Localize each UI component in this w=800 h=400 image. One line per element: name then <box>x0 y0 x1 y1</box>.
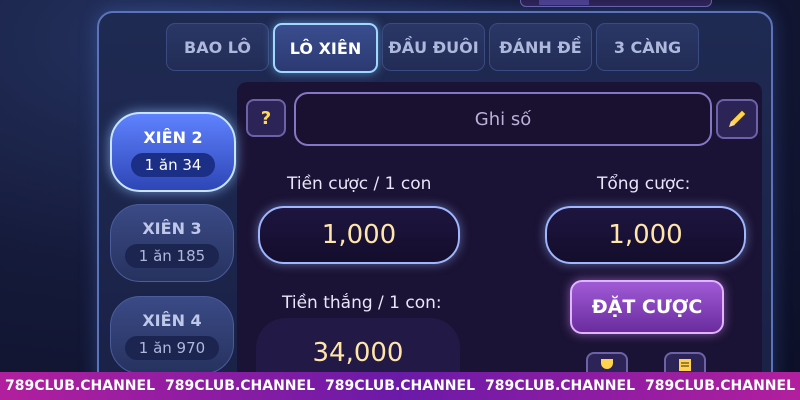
tab-3-cang[interactable]: 3 CÀNG <box>596 23 699 71</box>
total-label: Tổng cược: <box>597 174 691 194</box>
pencil-icon <box>728 109 747 128</box>
option-title: XIÊN 2 <box>143 127 203 147</box>
xien-3-option[interactable]: XIÊN 3 1 ăn 185 <box>110 204 234 282</box>
tab-dau-duoi[interactable]: ĐẦU ĐUÔI <box>382 23 485 71</box>
bet-per-value[interactable]: 1,000 <box>258 206 460 264</box>
option-title: XIÊN 4 <box>142 310 202 330</box>
watermark-text: 789CLUB.CHANNEL <box>644 378 796 394</box>
tab-bao-lo[interactable]: BAO LÔ <box>166 23 269 71</box>
total-value: 1,000 <box>545 206 746 264</box>
option-odds: 1 ăn 34 <box>130 152 216 177</box>
help-button[interactable]: ? <box>246 99 286 137</box>
watermark-text: 789CLUB.CHANNEL <box>164 378 316 394</box>
pencil-button[interactable] <box>716 99 758 139</box>
top-strip <box>520 0 712 7</box>
option-title: XIÊN 3 <box>142 218 202 238</box>
tab-lo-xien[interactable]: LÔ XIÊN <box>273 23 378 73</box>
tab-danh-de[interactable]: ĐÁNH ĐỀ <box>489 23 592 71</box>
bet-per-label: Tiền cược / 1 con <box>287 174 432 194</box>
tab-bar: BAO LÔ LÔ XIÊN ĐẦU ĐUÔI ĐÁNH ĐỀ 3 CÀNG <box>166 23 699 73</box>
xien-4-option[interactable]: XIÊN 4 1 ăn 970 <box>110 296 234 374</box>
option-odds: 1 ăn 970 <box>124 335 220 360</box>
option-odds: 1 ăn 185 <box>124 243 220 268</box>
xien-2-option[interactable]: XIÊN 2 1 ăn 34 <box>110 112 236 192</box>
place-bet-button[interactable]: ĐẶT CƯỢC <box>570 280 724 334</box>
top-strip-highlight <box>539 0 589 5</box>
win-label: Tiền thắng / 1 con: <box>282 293 442 313</box>
watermark-text: 789CLUB.CHANNEL <box>324 378 476 394</box>
watermark-text: 789CLUB.CHANNEL <box>4 378 156 394</box>
watermark-bar: 789CLUB.CHANNEL 789CLUB.CHANNEL 789CLUB.… <box>0 372 800 400</box>
number-input[interactable]: Ghi số <box>294 92 712 146</box>
watermark-text: 789CLUB.CHANNEL <box>484 378 636 394</box>
list-icon <box>679 359 691 371</box>
trophy-icon <box>601 359 613 369</box>
